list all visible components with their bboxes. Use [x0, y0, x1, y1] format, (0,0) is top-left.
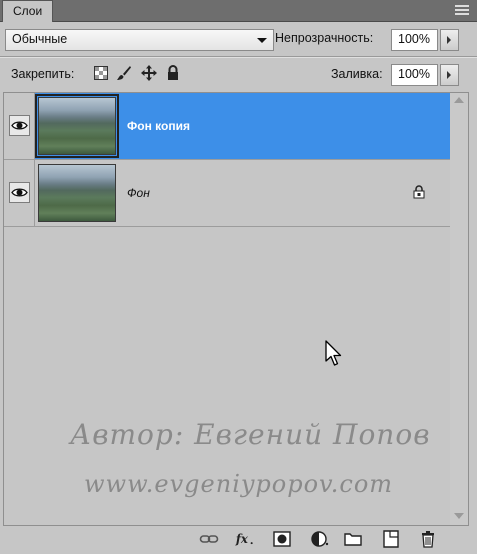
new-group-folder-icon[interactable] [343, 529, 363, 549]
lock-image-pixels-brush-icon[interactable] [116, 65, 132, 81]
fill-input[interactable]: 100% [391, 64, 438, 86]
lock-icon [413, 185, 425, 199]
scroll-down-icon[interactable] [454, 513, 464, 519]
lock-all-icon[interactable] [165, 65, 181, 81]
opacity-value: 100% [398, 32, 430, 46]
opacity-label: Непрозрачность: [275, 31, 374, 45]
layer-row[interactable]: Фон копия [4, 93, 450, 160]
scroll-up-icon[interactable] [454, 97, 464, 103]
panel-tab-bar: Слои [0, 0, 477, 22]
layer-name[interactable]: Фон [127, 186, 150, 200]
new-layer-icon[interactable] [381, 529, 401, 549]
triangle-right-icon [447, 71, 451, 79]
watermark-author: Автор: Евгений Попов [70, 418, 431, 451]
layers-panel: Слои Обычные Непрозрачность: 100% Закреп… [0, 0, 477, 554]
tab-layers[interactable]: Слои [2, 0, 54, 22]
eye-icon [11, 188, 28, 197]
triangle-right-icon [447, 36, 451, 44]
delete-layer-trash-icon[interactable] [418, 529, 438, 549]
opacity-input[interactable]: 100% [391, 29, 438, 51]
chevron-down-icon [257, 38, 267, 43]
link-layers-icon[interactable] [199, 529, 219, 549]
lock-transparent-pixels-icon[interactable] [93, 65, 109, 81]
lock-position-move-icon[interactable] [141, 65, 157, 81]
fx-layer-style-icon[interactable]: fx [235, 529, 255, 549]
panel-menu-icon[interactable] [455, 3, 469, 15]
fill-label: Заливка: [331, 67, 383, 81]
mouse-cursor-icon [325, 340, 342, 366]
visibility-toggle[interactable] [9, 182, 30, 203]
visibility-cell [4, 160, 35, 226]
layer-name[interactable]: Фон копия [127, 119, 190, 133]
visibility-toggle[interactable] [9, 115, 30, 136]
visibility-cell [4, 93, 35, 159]
blend-mode-value: Обычные [12, 32, 68, 46]
svg-text:fx: fx [235, 532, 249, 546]
eye-icon [11, 121, 28, 130]
new-adjustment-layer-icon[interactable] [310, 529, 330, 549]
layer-thumbnail[interactable] [35, 94, 119, 158]
watermark-url: www.evgeniypopov.com [84, 470, 394, 498]
layers-bottom-toolbar: fx [0, 526, 477, 554]
layers-list: Фон копия Фон [3, 92, 451, 526]
divider [0, 57, 477, 58]
lock-label: Закрепить: [11, 67, 75, 81]
opacity-slider-button[interactable] [440, 29, 459, 51]
layer-row[interactable]: Фон [4, 160, 450, 227]
fill-slider-button[interactable] [440, 64, 459, 86]
fill-value: 100% [398, 67, 430, 81]
layer-thumbnail[interactable] [38, 164, 116, 222]
blend-mode-select[interactable]: Обычные [5, 29, 274, 51]
add-layer-mask-icon[interactable] [272, 529, 292, 549]
layers-scrollbar[interactable] [450, 92, 469, 526]
